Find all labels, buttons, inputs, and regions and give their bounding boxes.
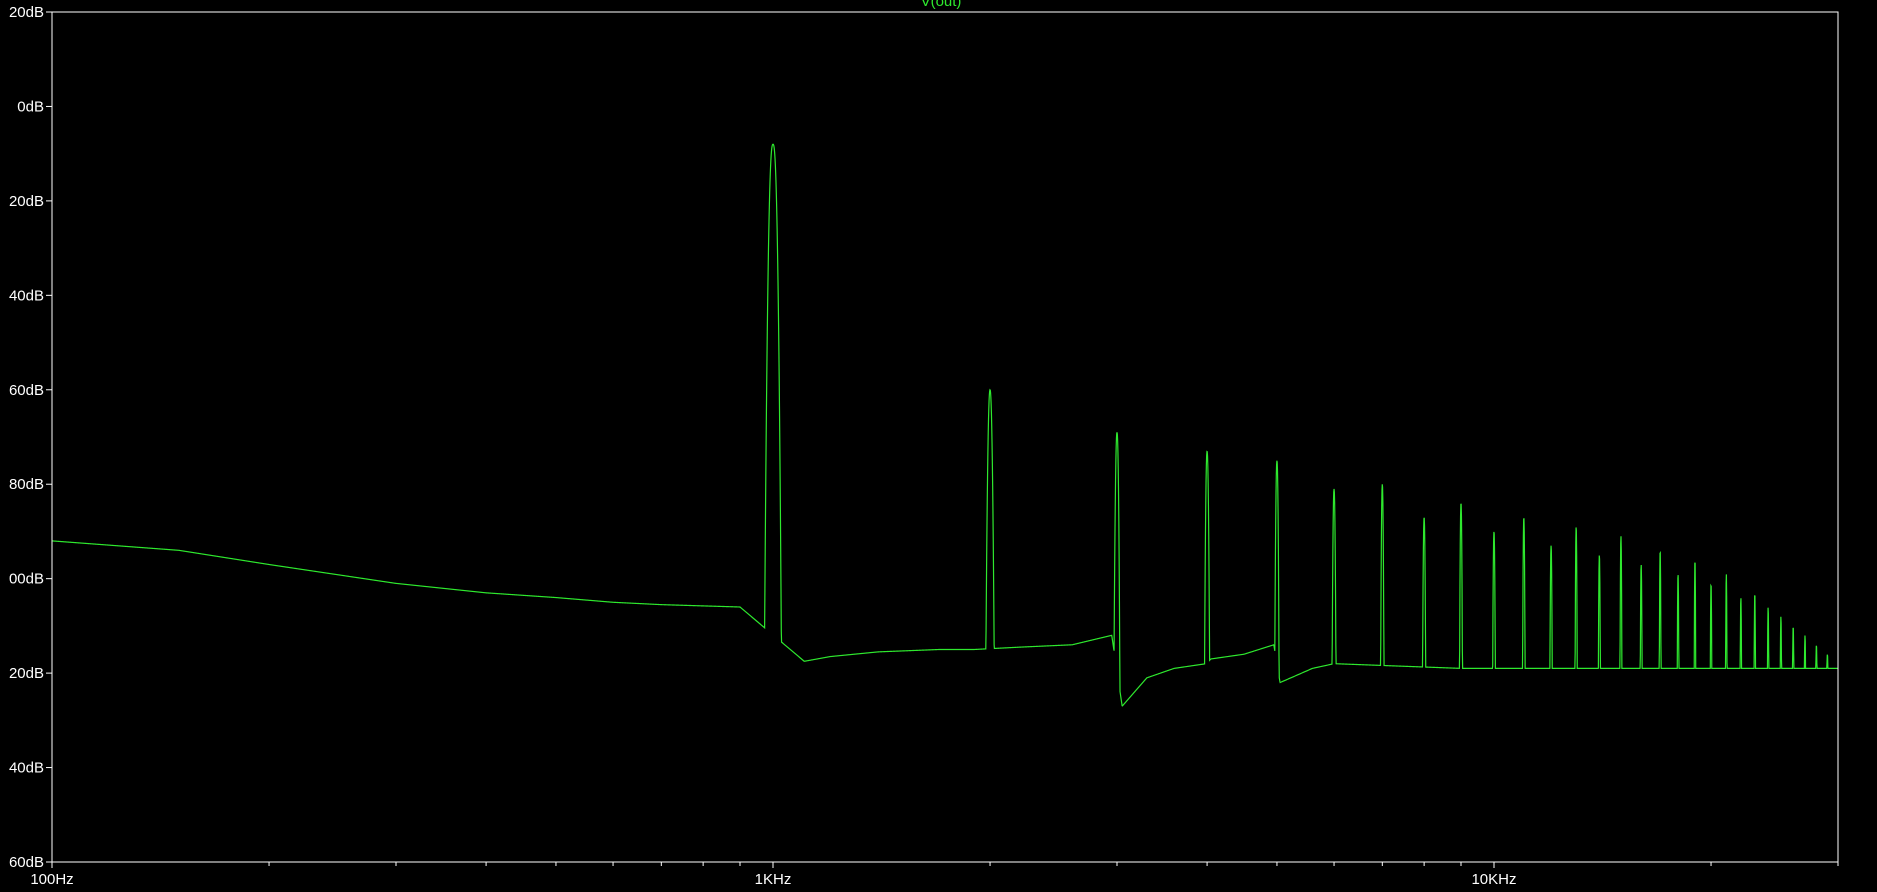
y-tick-label: 80dB: [9, 476, 44, 493]
y-tick-label: 60dB: [9, 382, 44, 399]
x-tick-label: 100Hz: [30, 871, 73, 888]
y-tick-label: 20dB: [9, 4, 44, 21]
y-tick-label: 00dB: [9, 571, 44, 588]
trace-title[interactable]: V(out): [921, 0, 962, 10]
y-tick-label: 20dB: [9, 665, 44, 682]
y-tick-label: 0dB: [17, 98, 44, 115]
x-tick-label: 1KHz: [755, 871, 792, 888]
y-tick-label: 20dB: [9, 193, 44, 210]
y-tick-label: 40dB: [9, 287, 44, 304]
plot-background: [0, 0, 1877, 892]
y-tick-label: 40dB: [9, 760, 44, 777]
spectrum-plot: V(out) 20dB 0dB 20dB 40dB 60dB 80dB 00dB 20dB 40…: [0, 0, 1877, 892]
x-tick-label: 10KHz: [1471, 871, 1516, 888]
y-tick-label: 60dB: [9, 854, 44, 871]
